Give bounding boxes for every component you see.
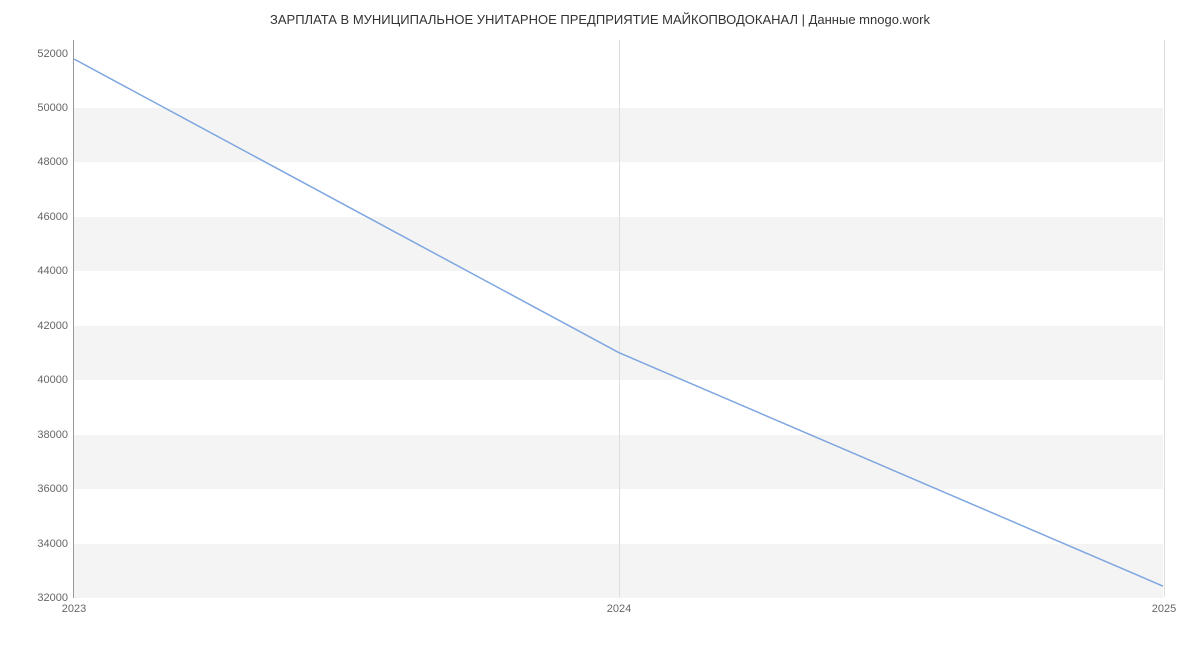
plot-area: 3200034000360003800040000420004400046000… — [73, 40, 1163, 598]
y-tick-label: 42000 — [37, 320, 68, 332]
chart-title: ЗАРПЛАТА В МУНИЦИПАЛЬНОЕ УНИТАРНОЕ ПРЕДП… — [0, 0, 1200, 27]
y-tick-label: 46000 — [37, 211, 68, 223]
y-tick-label: 36000 — [37, 483, 68, 495]
y-tick-label: 44000 — [37, 265, 68, 277]
y-tick-label: 52000 — [37, 48, 68, 60]
y-tick-label: 34000 — [37, 538, 68, 550]
chart-plot-area: 3200034000360003800040000420004400046000… — [73, 40, 1163, 598]
x-tick-label: 2024 — [607, 603, 631, 615]
y-tick-label: 50000 — [37, 102, 68, 114]
grid-line-vertical — [1164, 40, 1165, 597]
x-tick-label: 2025 — [1152, 603, 1176, 615]
data-line — [74, 59, 1163, 586]
y-tick-label: 40000 — [37, 374, 68, 386]
x-tick-label: 2023 — [62, 603, 86, 615]
y-tick-label: 38000 — [37, 429, 68, 441]
line-svg — [74, 40, 1163, 597]
y-tick-label: 48000 — [37, 156, 68, 168]
